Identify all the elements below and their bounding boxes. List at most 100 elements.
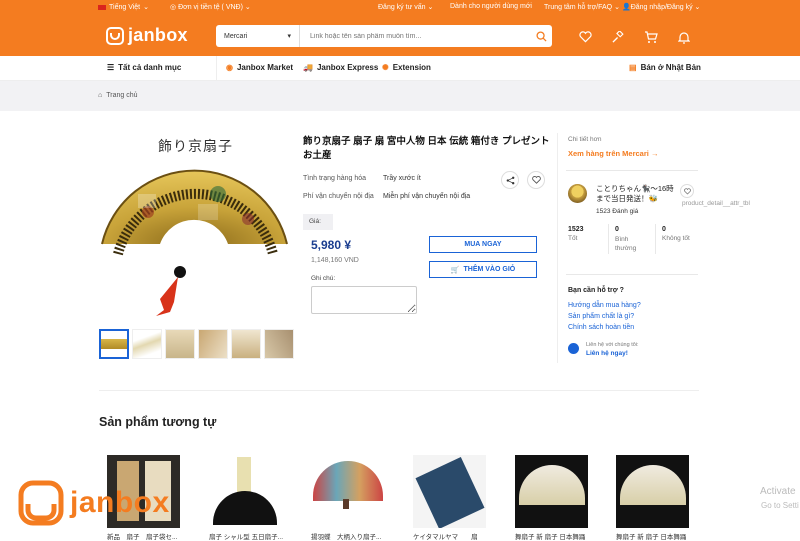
shop-icon: ▤ [629, 63, 637, 72]
search-input[interactable] [300, 25, 530, 47]
user-icon: 👤 [622, 4, 631, 11]
heart-icon [578, 31, 592, 43]
contact-caption: Liên hệ với chúng tôi: [586, 342, 639, 348]
product-photo [313, 461, 383, 501]
shipping-value: Miễn phí vận chuyển nội địa [383, 193, 471, 200]
all-categories-menu[interactable]: ☰ Tất cả danh mục [107, 63, 181, 72]
market-icon: ◉ [226, 63, 233, 72]
chevron-down-icon: ▾ [287, 33, 291, 40]
price-yen: 5,980 ¥ [311, 238, 352, 252]
product-thumbnail[interactable] [231, 329, 261, 359]
product-thumbnail[interactable] [132, 329, 162, 359]
shipping-label: Phí vận chuyển nội địa [303, 193, 374, 200]
support-agent-icon [568, 343, 579, 354]
divider [566, 274, 698, 275]
divider [566, 170, 698, 171]
help-center-link[interactable]: Trung tâm hỗ trợ/FAQ ⌄ [544, 3, 620, 11]
janbox-logo[interactable]: janbox [106, 25, 188, 46]
follow-seller-button[interactable] [680, 184, 694, 198]
share-button[interactable] [501, 171, 519, 189]
broken-attr-text: product_detail__attr_tbl [682, 200, 750, 207]
nav-sell-in-japan[interactable]: ▤ Bán ở Nhật Bản [629, 63, 701, 72]
nav-divider [216, 56, 217, 81]
folding-fan-illustration [101, 169, 288, 316]
similar-product-card[interactable] [616, 455, 689, 528]
heart-icon [531, 176, 541, 184]
support-link-refund[interactable]: Chính sách hoàn tiền [568, 324, 634, 331]
notification-button[interactable] [677, 30, 691, 44]
share-icon [506, 176, 514, 184]
add-to-cart-button[interactable]: 🛒 THÊM VÀO GIỎ [429, 261, 537, 278]
product-thumbnail[interactable] [198, 329, 228, 359]
seller-name[interactable]: ことりちゃん🐈‍⬛〜16時まで当日発送！🐝 [596, 184, 676, 204]
language-selector[interactable]: Tiếng Việt ⌄ [98, 3, 149, 11]
support-link-how-to-buy[interactable]: Hướng dẫn mua hàng? [568, 302, 641, 309]
nav-extension[interactable]: ✺ Extension [382, 63, 431, 72]
condition-value: Trầy xước ít [383, 175, 421, 182]
product-photo [343, 499, 349, 509]
support-link-prohibited[interactable]: Sản phẩm chất là gì? [568, 313, 634, 320]
nav-janbox-market[interactable]: ◉ Janbox Market [226, 63, 293, 72]
login-link[interactable]: 👤Đăng nhập/Đăng ký ⌄ [622, 3, 700, 11]
similar-product-card[interactable] [311, 455, 384, 528]
seller-stat-bad: 0 Không tốt [662, 226, 690, 242]
note-input[interactable] [311, 286, 417, 314]
product-title: 飾り京扇子 扇子 扇 宮中人物 日本 伝統 箱付き プレゼント お土産 [303, 136, 550, 161]
product-photo [415, 457, 485, 528]
chevron-down-icon: ⌄ [143, 4, 150, 11]
similar-product-card[interactable] [515, 455, 588, 528]
product-photo [620, 465, 686, 505]
condition-label: Tình trạng hàng hóa [303, 175, 367, 182]
cart-icon: 🛒 [450, 266, 460, 274]
buy-now-button[interactable]: MUA NGAY [429, 236, 537, 253]
sidebar-divider [557, 133, 558, 363]
activate-windows-settings: Go to Setti [761, 501, 799, 510]
activate-windows-notice: Activate [760, 486, 796, 497]
search-icon [535, 30, 547, 42]
product-thumbnail[interactable] [264, 329, 294, 359]
globe-icon: ◎ [170, 4, 177, 11]
price-label: Giá: [303, 214, 333, 230]
hamburger-icon: ☰ [107, 63, 115, 72]
seller-avatar[interactable] [568, 184, 587, 203]
similar-product-card[interactable] [209, 455, 282, 528]
cart-icon [645, 30, 658, 43]
extension-icon: ✺ [382, 63, 389, 72]
product-photo [213, 491, 277, 525]
consult-link[interactable]: Đăng ký tư vấn ⌄ [378, 3, 433, 11]
contact-now-link[interactable]: Liên hệ ngay! [586, 350, 628, 357]
nav-janbox-express[interactable]: 🚚 Janbox Express [303, 63, 378, 72]
newcomer-link[interactable]: Dành cho người dùng mới [450, 3, 532, 10]
currency-selector[interactable]: ◎ Đơn vị tiền tệ ( VNĐ) ⌄ [170, 3, 251, 11]
favorite-button[interactable] [527, 171, 545, 189]
search-button[interactable] [530, 25, 552, 47]
auction-button[interactable] [611, 30, 625, 44]
search-category-select[interactable]: Mercari ▾ [216, 25, 300, 47]
similar-products-title: Sản phẩm tương tự [99, 415, 217, 429]
product-main-image[interactable]: 飾り京扇子 [98, 134, 291, 317]
gavel-icon [611, 30, 624, 43]
breadcrumb-home[interactable]: ⌂ Trang chủ [98, 92, 138, 99]
product-photo [519, 465, 585, 505]
product-thumbnail[interactable] [165, 329, 195, 359]
top-header: Tiếng Việt ⌄ ◎ Đơn vị tiền tệ ( VNĐ) ⌄ Đă… [0, 0, 800, 56]
support-title: Bạn cần hỗ trợ ? [568, 287, 624, 294]
heart-icon [683, 187, 691, 195]
similar-product-card[interactable] [413, 455, 486, 528]
cart-button[interactable] [644, 30, 658, 44]
watermark-logo-mark-icon [18, 480, 64, 526]
bell-icon [678, 31, 690, 44]
product-thumbnail[interactable] [99, 329, 129, 359]
wishlist-button[interactable] [578, 30, 592, 44]
seller-stat-normal: 0 Bình thường [615, 226, 637, 252]
stat-divider [655, 224, 656, 254]
note-label: Ghi chú: [311, 275, 336, 282]
vietnam-flag-icon [98, 4, 106, 10]
seller-stat-good: 1523 Tốt [568, 226, 584, 242]
stat-divider [608, 224, 609, 254]
home-icon: ⌂ [98, 92, 103, 99]
price-vnd: 1,148,160 VND [311, 257, 359, 264]
view-on-mercari-link[interactable]: Xem hàng trên Mercari → [568, 149, 658, 158]
category-nav: ☰ Tất cả danh mục ◉ Janbox Market 🚚 Janbox … [0, 56, 800, 81]
truck-icon: 🚚 [303, 63, 313, 72]
